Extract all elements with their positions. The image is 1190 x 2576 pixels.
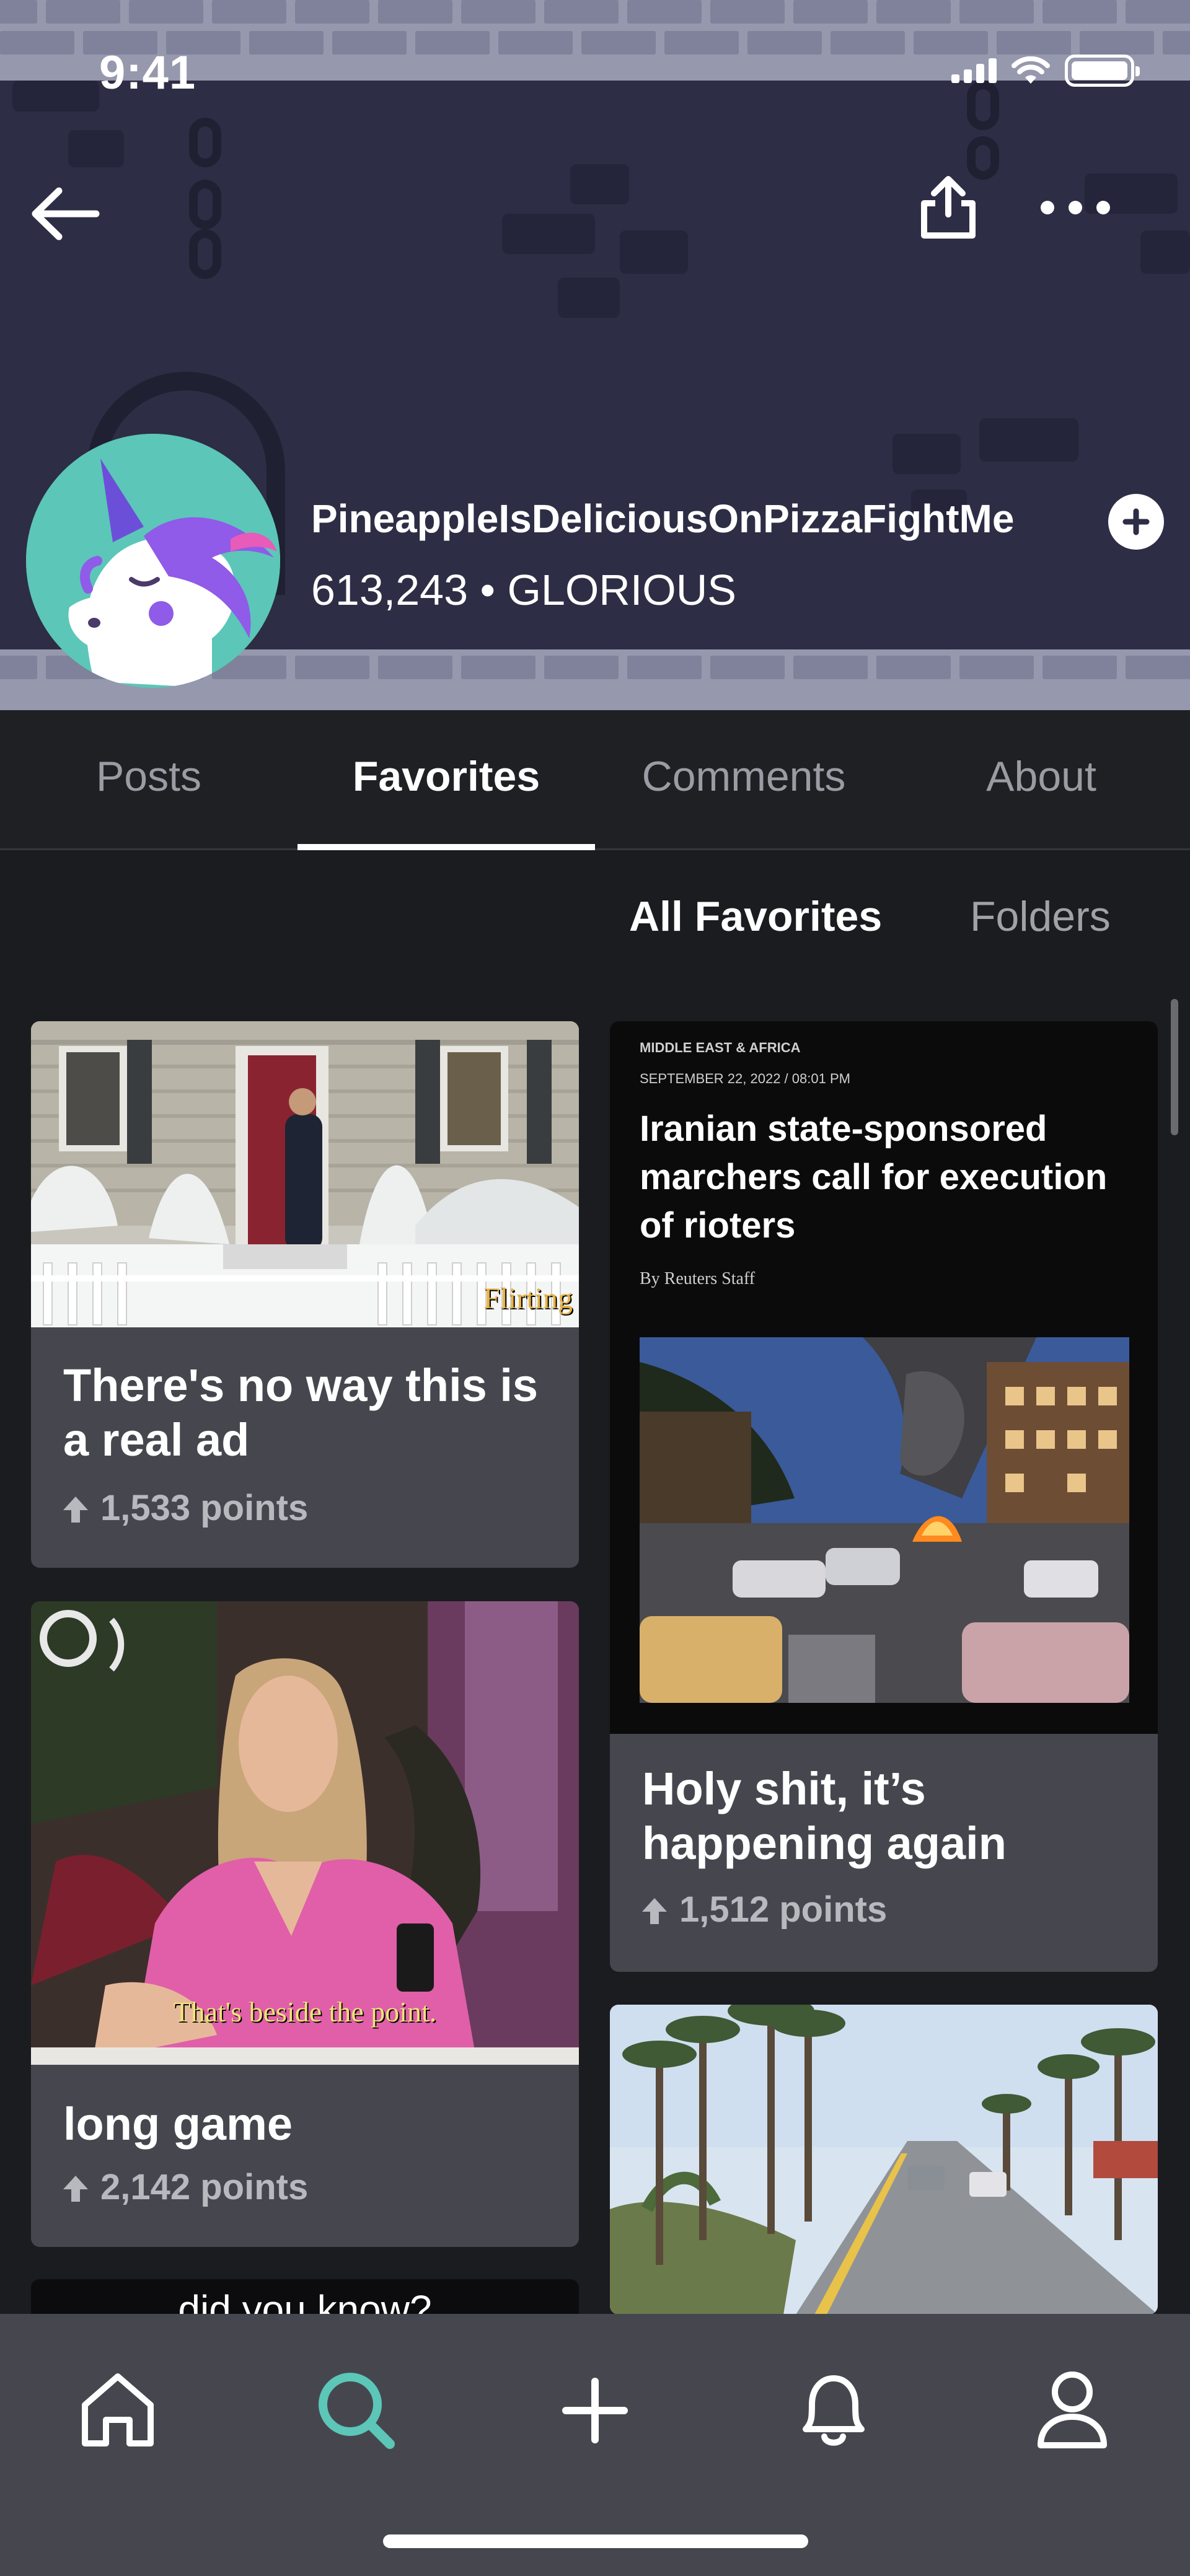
nav-notifications[interactable]	[781, 2361, 886, 2460]
scrollbar[interactable]	[1171, 999, 1178, 1135]
tab-comments[interactable]: Comments	[595, 710, 892, 848]
points-label: 1,533 points	[100, 1488, 309, 1528]
more-options-button[interactable]	[1029, 180, 1122, 235]
signal-icon	[951, 58, 997, 83]
subtab-folders[interactable]: Folders	[970, 892, 1111, 941]
tab-posts[interactable]: Posts	[0, 710, 298, 848]
home-indicator	[383, 2534, 808, 2548]
share-icon	[921, 176, 976, 239]
post-points: 1,512 points	[642, 1889, 887, 1930]
favorites-subtabs: All Favorites Folders	[0, 892, 1190, 948]
post-points: 2,142 points	[63, 2166, 308, 2208]
news-photo	[640, 1337, 1129, 1703]
upvote-icon	[63, 2175, 88, 2202]
share-button[interactable]	[911, 167, 985, 248]
news-date: SEPTEMBER 22, 2022 / 08:01 PM	[640, 1071, 850, 1086]
stats-separator: •	[480, 566, 496, 614]
search-icon	[319, 2373, 395, 2449]
plus-icon	[1122, 508, 1150, 535]
tab-about[interactable]: About	[892, 710, 1190, 848]
home-icon	[82, 2373, 154, 2446]
profile-points: 613,243	[311, 566, 469, 614]
nav-home[interactable]	[65, 2361, 170, 2460]
post-points: 1,533 points	[63, 1487, 308, 1529]
post-thumbnail: MIDDLE EAST & AFRICA SEPTEMBER 22, 2022 …	[610, 1021, 1158, 1734]
video-watermark: Flirting	[483, 1282, 573, 1315]
profile-tabs: Posts Favorites Comments About	[0, 710, 1190, 850]
post-title: long game	[63, 2098, 293, 2150]
status-icons	[951, 55, 1140, 87]
subtab-all-favorites[interactable]: All Favorites	[629, 892, 882, 941]
bell-icon	[803, 2375, 865, 2446]
post-thumbnail: That's beside the point.	[31, 1601, 579, 2065]
nav-create-post[interactable]	[542, 2361, 648, 2460]
more-icon	[1041, 201, 1110, 214]
profile-header: 9:41 PineappleIsDeliciousOnPizzaFightMe …	[0, 0, 1190, 710]
news-headline: Iranian state-sponsored marchers call fo…	[640, 1109, 1108, 1246]
avatar[interactable]	[26, 434, 280, 688]
nav-profile[interactable]	[1020, 2361, 1125, 2460]
upvote-icon	[63, 1496, 88, 1523]
status-time: 9:41	[99, 46, 196, 99]
points-label: 2,142 points	[100, 2167, 309, 2207]
profile-icon	[1038, 2372, 1107, 2448]
profile-stats: 613,243 • GLORIOUS	[311, 565, 736, 615]
back-button[interactable]	[25, 180, 105, 248]
nav-search[interactable]	[304, 2361, 409, 2460]
post-card[interactable]	[610, 2005, 1158, 2314]
news-byline: By Reuters Staff	[640, 1269, 756, 1288]
post-card[interactable]: Flirting There's no way this is a real a…	[31, 1021, 579, 1568]
profile-rank: GLORIOUS	[507, 566, 736, 614]
post-title: Holy shit, it’s happening again	[642, 1763, 1007, 1869]
post-thumbnail	[610, 2005, 1158, 2314]
follow-button[interactable]	[1108, 494, 1164, 550]
plus-icon	[562, 2378, 628, 2443]
battery-icon	[1065, 55, 1140, 87]
post-title: There's no way this is a real ad	[63, 1360, 539, 1466]
news-section: MIDDLE EAST & AFRICA	[640, 1040, 801, 1055]
post-card[interactable]: MIDDLE EAST & AFRICA SEPTEMBER 22, 2022 …	[610, 1021, 1158, 1972]
unicorn-avatar-icon	[26, 434, 280, 688]
username: PineappleIsDeliciousOnPizzaFightMe	[311, 496, 1015, 541]
video-caption: That's beside the point.	[173, 1996, 437, 2028]
wifi-icon	[1011, 56, 1050, 84]
upvote-icon	[642, 1897, 667, 1924]
arrow-left-icon	[32, 187, 100, 240]
post-thumbnail: Flirting	[31, 1021, 579, 1327]
post-card[interactable]: That's beside the point. long game 2,142…	[31, 1601, 579, 2247]
tab-favorites[interactable]: Favorites	[298, 710, 595, 850]
points-label: 1,512 points	[679, 1889, 888, 1930]
